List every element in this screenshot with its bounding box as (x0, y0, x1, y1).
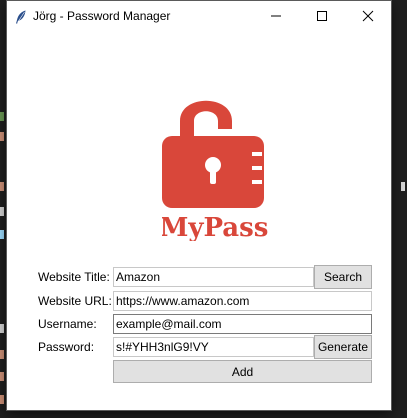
minimize-button[interactable] (253, 1, 299, 31)
close-button[interactable] (345, 1, 391, 31)
website-title-label: Website Title: (38, 270, 110, 284)
password-input[interactable] (113, 337, 314, 357)
website-url-input[interactable] (113, 291, 372, 311)
minimize-icon (271, 15, 281, 17)
backdrop-glyph (0, 395, 4, 404)
backdrop-glyph (401, 182, 405, 191)
unlocked-padlock-icon (162, 100, 264, 208)
close-icon (362, 10, 374, 22)
backdrop-glyph (0, 132, 4, 141)
backdrop-glyph (0, 207, 4, 216)
feather-icon (15, 9, 27, 24)
generate-button[interactable]: Generate (314, 335, 372, 359)
backdrop-glyph (0, 350, 4, 359)
maximize-icon (317, 11, 327, 21)
website-title-input[interactable] (113, 267, 314, 287)
add-button[interactable]: Add (113, 360, 372, 383)
password-manager-window: Jörg - Password Manager MyPass Website T… (7, 1, 391, 410)
username-input[interactable] (113, 314, 372, 334)
username-label: Username: (38, 317, 97, 331)
maximize-button[interactable] (299, 1, 345, 31)
main-content: MyPass Website Title: Search Website URL… (7, 31, 391, 410)
window-title: Jörg - Password Manager (33, 9, 171, 23)
logo-text: MyPass (162, 213, 268, 241)
title-bar[interactable]: Jörg - Password Manager (7, 1, 391, 31)
backdrop-glyph (0, 324, 4, 333)
backdrop-glyph (0, 230, 4, 239)
backdrop-glyph (0, 112, 4, 121)
search-button[interactable]: Search (314, 265, 372, 289)
backdrop-glyph (0, 372, 4, 381)
website-url-label: Website URL: (38, 294, 112, 308)
backdrop-glyph (0, 182, 4, 191)
mypass-logo: MyPass (160, 86, 272, 243)
password-label: Password: (38, 340, 95, 354)
